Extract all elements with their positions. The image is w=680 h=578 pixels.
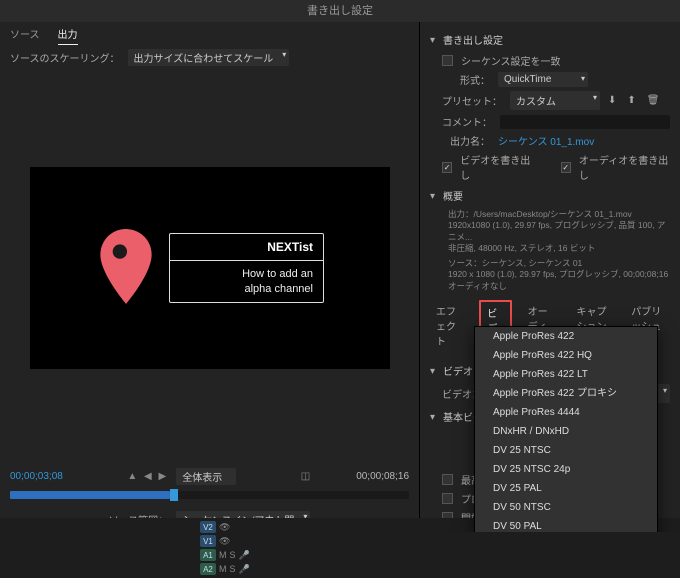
preset-label: プリセット： bbox=[442, 93, 502, 108]
output-filename-link[interactable]: シーケンス 01_1.mov bbox=[498, 133, 594, 148]
track-a2[interactable]: A2 bbox=[200, 563, 216, 575]
track-v2[interactable]: V2 bbox=[200, 521, 216, 533]
window-title: 書き出し設定 bbox=[0, 0, 680, 22]
source-output-tabs: ソース 出力 bbox=[0, 22, 419, 45]
fit-select[interactable]: 全体表示 bbox=[176, 468, 236, 485]
preview-text-box: NEXTist How to add an alpha channel bbox=[169, 233, 324, 304]
tab-effect[interactable]: エフェクト bbox=[430, 300, 469, 355]
format-select[interactable]: QuickTime bbox=[498, 72, 588, 87]
codec-option[interactable]: DV 50 PAL bbox=[475, 517, 657, 532]
preview-line2: alpha channel bbox=[180, 282, 313, 297]
import-project-check[interactable] bbox=[442, 493, 453, 504]
codec-option[interactable]: DV 25 NTSC bbox=[475, 441, 657, 460]
mute-icon[interactable]: M bbox=[219, 564, 227, 574]
preview-title: NEXTist bbox=[170, 234, 323, 261]
twirl-icon: ▾ bbox=[430, 191, 439, 200]
scaling-select[interactable]: 出力サイズに合わせてスケール bbox=[128, 49, 290, 66]
play-controls[interactable]: ▲ ◀ ▶ bbox=[127, 471, 168, 482]
codec-option[interactable]: Apple ProRes 422 LT bbox=[475, 365, 657, 384]
preset-select[interactable]: カスタム bbox=[510, 91, 600, 110]
mic-icon[interactable]: 🎤 bbox=[239, 550, 250, 561]
timeline-scrubber[interactable] bbox=[10, 491, 409, 499]
twirl-icon: ▾ bbox=[430, 35, 439, 44]
codec-option[interactable]: Apple ProRes 422 bbox=[475, 327, 657, 346]
tab-output[interactable]: 出力 bbox=[58, 26, 78, 45]
summary-header[interactable]: ▾ 概要 bbox=[430, 188, 670, 203]
codec-option[interactable]: DV 25 PAL bbox=[475, 479, 657, 498]
export-settings-pane: ▾ 書き出し設定 シーケンス設定を一致 形式： QuickTime プリセット：… bbox=[420, 22, 680, 532]
mute-icon[interactable]: M bbox=[219, 550, 227, 560]
scaling-label: ソースのスケーリング： bbox=[10, 50, 120, 65]
codec-option[interactable]: DV 25 NTSC 24p bbox=[475, 460, 657, 479]
export-audio-label: オーディオを書き出し bbox=[579, 152, 670, 182]
timecode-in[interactable]: 00;00;03;08 bbox=[10, 471, 63, 482]
preset-import-icon[interactable]: ⬆ bbox=[627, 95, 638, 106]
track-a1[interactable]: A1 bbox=[200, 549, 216, 561]
outname-label: 出力名： bbox=[442, 133, 490, 148]
codec-option[interactable]: DNxHR / DNxHD bbox=[475, 422, 657, 441]
codec-option[interactable]: DV 50 NTSC bbox=[475, 498, 657, 517]
preset-delete-icon[interactable]: 🗑 bbox=[647, 95, 663, 106]
video-preview: NEXTist How to add an alpha channel bbox=[30, 167, 390, 369]
format-label: 形式： bbox=[442, 72, 490, 87]
twirl-icon: ▾ bbox=[430, 366, 439, 375]
preview-pane: ソース 出力 ソースのスケーリング： 出力サイズに合わせてスケール NEXTis… bbox=[0, 22, 420, 532]
codec-option[interactable]: Apple ProRes 422 プロキシ bbox=[475, 384, 657, 403]
timecode-out: 00;00;08;16 bbox=[356, 471, 409, 482]
export-audio-check[interactable] bbox=[561, 162, 571, 173]
codec-option[interactable]: Apple ProRes 4444 bbox=[475, 403, 657, 422]
match-sequence-check[interactable] bbox=[442, 55, 453, 66]
max-quality-check[interactable] bbox=[442, 474, 453, 485]
codec-option[interactable]: Apple ProRes 422 HQ bbox=[475, 346, 657, 365]
eye-icon[interactable]: 👁 bbox=[219, 536, 230, 547]
export-video-label: ビデオを書き出し bbox=[460, 152, 533, 182]
preview-line1: How to add an bbox=[180, 267, 313, 282]
eye-icon[interactable]: 👁 bbox=[219, 522, 230, 533]
comment-label: コメント： bbox=[442, 114, 492, 129]
codec-dropdown[interactable]: Apple ProRes 422 Apple ProRes 422 HQ App… bbox=[474, 326, 658, 532]
export-video-check[interactable] bbox=[442, 162, 452, 173]
twirl-icon: ▾ bbox=[430, 412, 439, 421]
export-settings-header[interactable]: ▾ 書き出し設定 bbox=[430, 32, 670, 47]
match-sequence-label: シーケンス設定を一致 bbox=[461, 53, 561, 68]
preset-save-icon[interactable]: ⬇ bbox=[608, 95, 619, 106]
pin-icon bbox=[95, 227, 157, 309]
aspect-lock-icon[interactable]: ◫ bbox=[301, 471, 310, 482]
track-v1[interactable]: V1 bbox=[200, 535, 216, 547]
tab-source[interactable]: ソース bbox=[10, 26, 40, 45]
comment-input[interactable] bbox=[500, 115, 670, 129]
mic-icon[interactable]: 🎤 bbox=[239, 564, 250, 575]
